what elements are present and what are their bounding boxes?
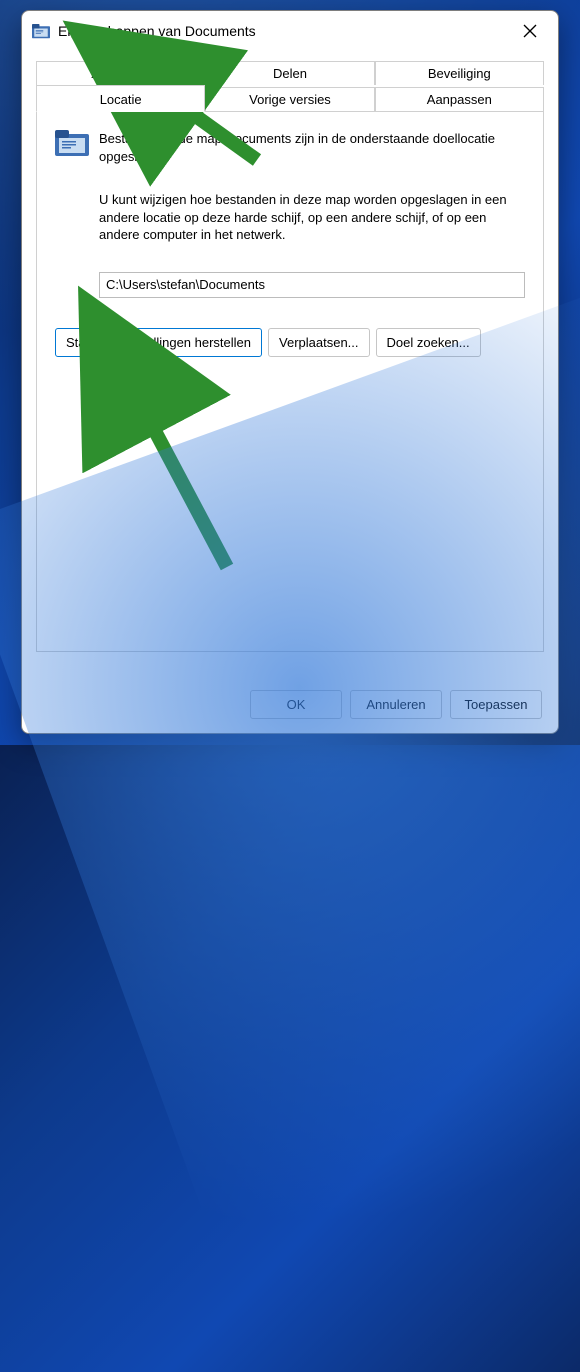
close-icon	[523, 24, 537, 38]
description-text: U kunt wijzigen hoe bestanden in deze ma…	[99, 191, 525, 244]
tab-customize[interactable]: Aanpassen	[375, 87, 544, 112]
restore-default-button[interactable]: Standaardinstellingen herstellen	[55, 328, 262, 357]
intro-text: Bestanden in de map Documents zijn in de…	[99, 130, 525, 165]
folder-icon	[32, 22, 50, 40]
intro-row: Bestanden in de map Documents zijn in de…	[55, 130, 525, 165]
tab-container: Algemeen Delen Beveiliging Locatie Vorig…	[36, 59, 544, 652]
dialog-bottom-bar: OK Annuleren Toepassen	[22, 678, 558, 733]
location-button-row: Standaardinstellingen herstellen Verplaa…	[55, 328, 525, 357]
target-path-input[interactable]	[99, 272, 525, 298]
tab-general[interactable]: Algemeen	[36, 61, 205, 85]
ok-button[interactable]: OK	[250, 690, 342, 719]
tab-row-bottom: Locatie Vorige versies Aanpassen	[36, 85, 544, 112]
tab-security[interactable]: Beveiliging	[375, 61, 544, 85]
location-tab-pane: Bestanden in de map Documents zijn in de…	[36, 112, 544, 652]
tab-customize-label: Aanpassen	[427, 92, 492, 107]
properties-dialog: Eigenschappen van Documents Algemeen Del…	[21, 10, 559, 734]
tab-previous-versions-label: Vorige versies	[249, 92, 331, 107]
cancel-button[interactable]: Annuleren	[350, 690, 442, 719]
tab-security-label: Beveiliging	[428, 66, 491, 81]
tab-sharing-label: Delen	[273, 66, 307, 81]
tab-previous-versions[interactable]: Vorige versies	[205, 87, 374, 112]
arrow-annotation-restore-button	[97, 377, 277, 577]
move-button[interactable]: Verplaatsen...	[268, 328, 370, 357]
close-button[interactable]	[510, 16, 550, 46]
apply-button[interactable]: Toepassen	[450, 690, 542, 719]
window-title: Eigenschappen van Documents	[58, 23, 510, 39]
tab-location[interactable]: Locatie	[36, 85, 205, 112]
tab-row-top: Algemeen Delen Beveiliging	[36, 59, 544, 85]
tab-location-label: Locatie	[100, 92, 142, 107]
tab-general-label: Algemeen	[91, 66, 150, 81]
titlebar[interactable]: Eigenschappen van Documents	[22, 11, 558, 51]
tab-sharing[interactable]: Delen	[205, 61, 374, 85]
documents-folder-icon	[55, 130, 89, 158]
find-target-button[interactable]: Doel zoeken...	[376, 328, 481, 357]
